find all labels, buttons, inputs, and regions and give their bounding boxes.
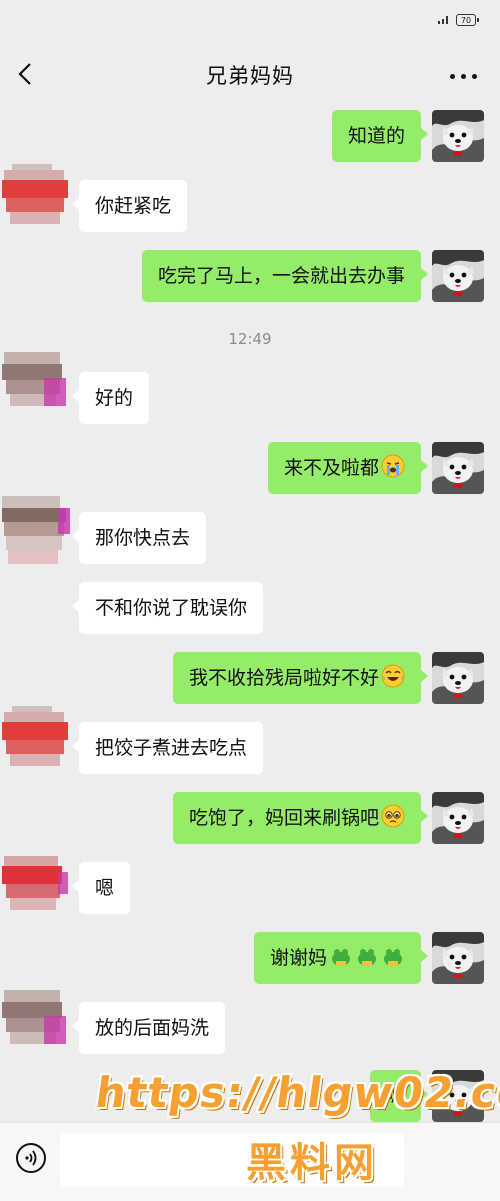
my-avatar[interactable] (432, 1070, 484, 1122)
message-text: 我不收拾残局啦好不好 (188, 667, 379, 689)
outgoing-message[interactable]: 吃完了马上，一会就出去办事 (141, 250, 429, 302)
message-text: 谢谢妈 (269, 947, 327, 969)
incoming-message[interactable]: 好的 (71, 372, 150, 424)
crying-face-icon (381, 454, 405, 478)
voice-icon (25, 1150, 37, 1166)
bowing-frog-icon (332, 949, 350, 966)
bowing-frog-icon (358, 949, 376, 966)
my-avatar[interactable] (432, 652, 484, 704)
contact-avatar[interactable] (0, 692, 72, 788)
my-avatar[interactable] (432, 442, 484, 494)
contact-avatar[interactable] (0, 150, 72, 246)
incoming-message[interactable]: 把饺子煮进去吃点 (71, 722, 264, 774)
outgoing-message[interactable]: 嗯 (369, 1070, 429, 1122)
pleading-face-icon (381, 804, 405, 828)
outgoing-message[interactable]: 吃饱了，妈回来刷锅吧 (172, 792, 429, 844)
outgoing-message[interactable]: 谢谢妈 (253, 932, 429, 984)
contact-avatar[interactable] (0, 976, 72, 1072)
more-button[interactable] (446, 58, 482, 90)
voice-button[interactable] (16, 1143, 46, 1173)
incoming-message[interactable]: 你赶紧吃 (71, 180, 188, 232)
laughing-crying-icon (381, 664, 405, 688)
message-text: 来不及啦都 (283, 457, 379, 479)
contact-avatar[interactable] (0, 838, 72, 934)
incoming-message[interactable]: 放的后面妈洗 (71, 1002, 226, 1054)
my-avatar[interactable] (432, 110, 484, 162)
chat-header: 兄弟妈妈 (0, 38, 500, 110)
outgoing-message[interactable]: 来不及啦都 (267, 442, 429, 494)
outgoing-message[interactable]: 我不收拾残局啦好不好 (172, 652, 429, 704)
signal-icon (438, 16, 448, 24)
battery-level: 70 (460, 16, 472, 25)
more-dots-icon (450, 74, 455, 79)
contact-avatar[interactable] (0, 338, 72, 434)
my-avatar[interactable] (432, 932, 484, 984)
message-input[interactable] (60, 1133, 404, 1187)
my-avatar[interactable] (432, 250, 484, 302)
status-bar: 70 (0, 0, 500, 38)
outgoing-message[interactable]: 知道的 (331, 110, 429, 162)
chat-title: 兄弟妈妈 (206, 64, 294, 88)
bowing-frog-icon (384, 949, 402, 966)
timestamp: 12:49 (228, 330, 272, 348)
incoming-message[interactable]: 不和你说了耽误你 (71, 582, 264, 634)
my-avatar[interactable] (432, 792, 484, 844)
incoming-message[interactable]: 那你快点去 (71, 512, 207, 564)
incoming-message[interactable]: 嗯 (71, 862, 131, 914)
battery-icon: 70 (456, 14, 479, 26)
input-bar (0, 1122, 500, 1201)
contact-avatar[interactable] (0, 486, 72, 582)
message-text: 吃饱了，妈回来刷锅吧 (188, 807, 379, 829)
